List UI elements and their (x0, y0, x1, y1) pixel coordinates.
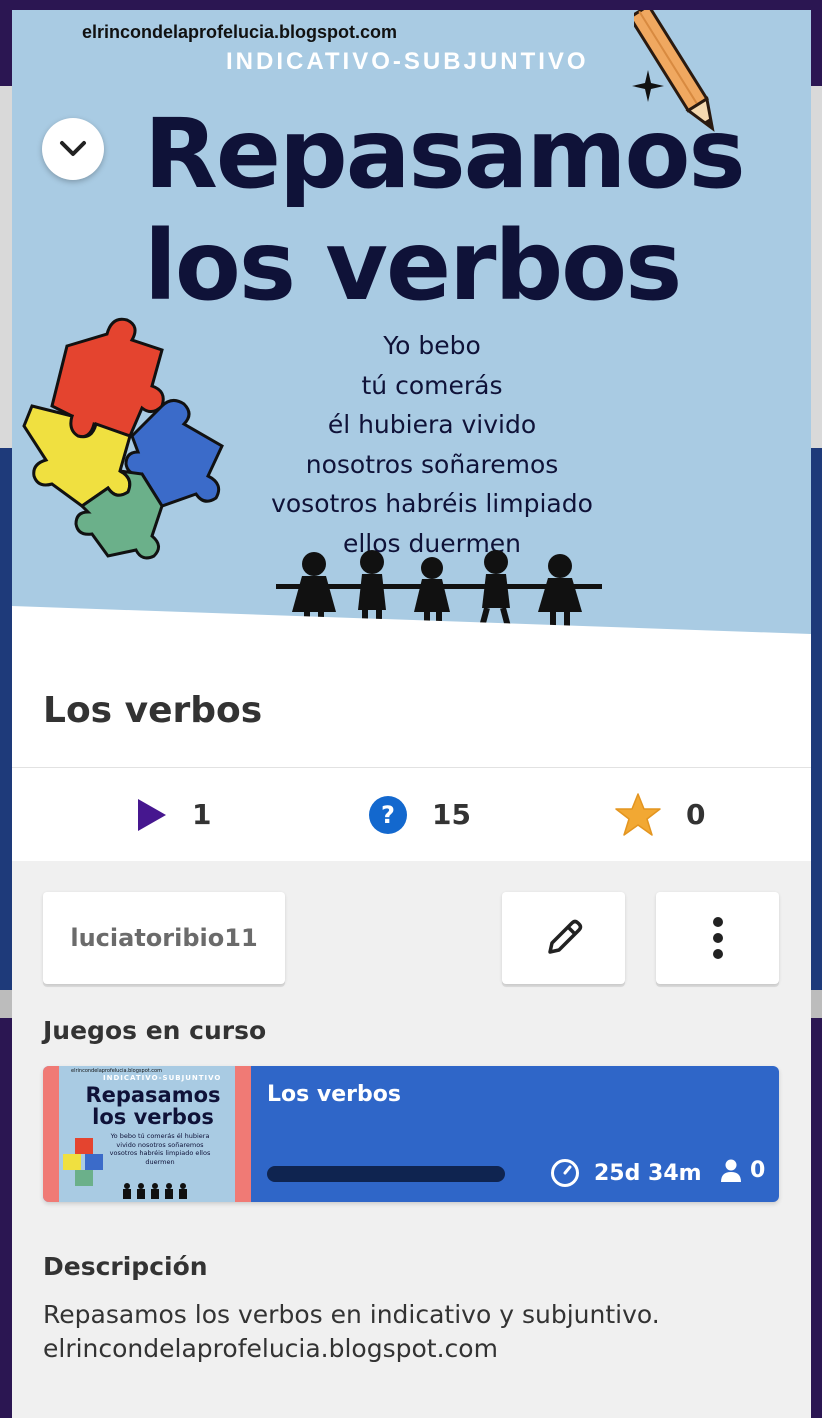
play-icon (138, 798, 166, 831)
quiz-detail-panel: elrincondelaprofelucia.blogspot.com INDI… (12, 10, 811, 1418)
cover-headline: Repasamos los verbos (144, 98, 746, 322)
thumb-verses: Yo bebo tú comerás él hubiera vivido nos… (109, 1132, 211, 1166)
more-vertical-icon (712, 917, 723, 959)
quiz-title: Los verbos (43, 690, 263, 731)
verse-line: él hubiera vivido (327, 410, 537, 439)
game-player-count: 0 (750, 1158, 766, 1183)
game-thumbnail: elrincondelaprofelucia.blogspot.com INDI… (43, 1066, 251, 1202)
plays-count: 1 (192, 798, 212, 831)
thumb-edge (43, 1066, 59, 1202)
favorites-stat: 0 (614, 768, 705, 861)
star-icon (615, 792, 661, 836)
verse-line: tú comerás (361, 370, 503, 400)
author-button[interactable]: luciatoribio11 (43, 892, 285, 984)
favorites-count: 0 (686, 798, 706, 831)
thumb-children (123, 1183, 187, 1199)
timer-icon (551, 1159, 579, 1187)
collapse-button[interactable] (42, 118, 104, 180)
puzzle-illustration (22, 317, 224, 560)
thumb-headline: Repasamos los verbos (85, 1083, 221, 1129)
stats-row: 1 ? 15 0 (12, 768, 811, 861)
cover-verses: Yo bebo tú comerás él hubiera vivido nos… (242, 326, 622, 563)
more-options-button[interactable] (656, 892, 779, 984)
question-icon: ? (369, 795, 407, 834)
verse-line: vosotros habréis limpiado (271, 489, 593, 518)
thumb-edge (235, 1066, 251, 1202)
game-timer: 25d 34m (550, 1158, 702, 1188)
thumb-subtitle: INDICATIVO-SUBJUNTIVO (103, 1074, 222, 1082)
thumb-puzzle (63, 1138, 103, 1186)
description-line: Repasamos los verbos en indicativo y sub… (43, 1300, 660, 1329)
game-card[interactable]: elrincondelaprofelucia.blogspot.com INDI… (43, 1066, 779, 1202)
cover-headline-line1: Repasamos (144, 98, 746, 210)
game-title: Los verbos (267, 1082, 401, 1107)
cover-subtitle: INDICATIVO-SUBJUNTIVO (226, 48, 589, 75)
questions-stat: ? 15 (368, 768, 471, 861)
verse-line: Yo bebo (383, 331, 481, 360)
game-progress-bar (267, 1166, 505, 1182)
games-in-progress-heading: Juegos en curso (43, 1016, 267, 1045)
verse-line: nosotros soñaremos (305, 449, 559, 479)
pencil-icon (547, 919, 582, 954)
questions-count: 15 (432, 798, 471, 831)
author-name: luciatoribio11 (70, 924, 258, 952)
description-line: elrincondelaprofelucia.blogspot.com (43, 1334, 498, 1363)
chevron-down-icon (60, 141, 86, 156)
game-time-left: 25d 34m (594, 1160, 702, 1186)
svg-text:?: ? (381, 801, 395, 829)
game-players: 0 (720, 1158, 765, 1183)
edit-button[interactable] (502, 892, 625, 984)
description-text: Repasamos los verbos en indicativo y sub… (43, 1298, 783, 1366)
person-icon (721, 1159, 741, 1182)
quiz-title-area: Los verbos (12, 650, 811, 768)
cover-site-text: elrincondelaprofelucia.blogspot.com (82, 22, 398, 42)
plays-stat: 1 (136, 768, 211, 861)
description-heading: Descripción (43, 1252, 208, 1281)
cover-image: elrincondelaprofelucia.blogspot.com INDI… (12, 10, 811, 650)
